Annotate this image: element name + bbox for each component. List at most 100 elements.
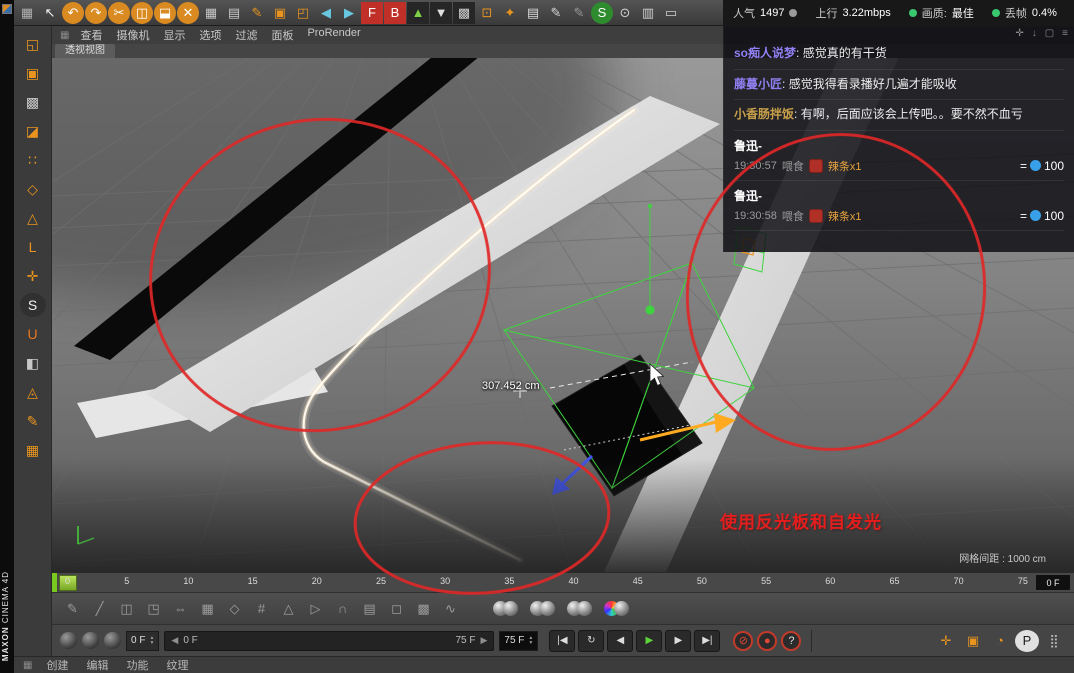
slide-tool-icon[interactable]: ⇔ [168, 597, 193, 621]
nav-forward-icon[interactable]: ▶ [338, 2, 360, 24]
timeline-tick[interactable]: 75 [1018, 576, 1028, 586]
menu-item[interactable]: 显示 [156, 27, 192, 43]
pen-tool-icon[interactable]: ✎ [60, 597, 85, 621]
timeline-tick[interactable]: 30 [440, 576, 450, 586]
subdivide-icon[interactable]: ▦ [195, 597, 220, 621]
target-icon[interactable]: ⊡ [476, 2, 498, 24]
untriangulate-icon[interactable]: ◻ [384, 597, 409, 621]
goto-start-button[interactable]: |◀ [549, 629, 576, 652]
nav-back-icon[interactable]: ◀ [315, 2, 337, 24]
chat-username[interactable]: 藤蔓小匠 [734, 77, 782, 91]
menu-item[interactable]: 摄像机 [109, 27, 156, 43]
brush-icon[interactable]: ✎ [20, 409, 46, 433]
play-reverse-button[interactable]: ↻ [578, 629, 605, 652]
timeline-tick[interactable]: 0 [65, 576, 70, 586]
snap-move-icon[interactable]: ✛ [934, 630, 958, 652]
display-sphere-2[interactable] [82, 632, 99, 649]
goto-end-button[interactable]: ▶| [694, 629, 721, 652]
shader-ball-icon[interactable]: S [591, 1, 613, 24]
timeline-tick[interactable]: 15 [248, 576, 258, 586]
chat-menu-icon[interactable]: ≡ [1062, 28, 1068, 39]
copy-icon[interactable]: ◫ [131, 1, 153, 24]
quantize-icon[interactable]: ◬ [20, 380, 46, 404]
snap-magnet-icon[interactable]: U [20, 322, 46, 346]
autokey-help-button[interactable]: ? [781, 630, 802, 651]
previous-frame-button[interactable]: ◀ [607, 629, 634, 652]
solo-cube-icon[interactable]: ▣ [961, 630, 985, 652]
timeline-tick[interactable]: 40 [569, 576, 579, 586]
time-clock-icon[interactable]: ◔ [988, 630, 1012, 652]
menu-item[interactable]: 选项 [192, 27, 228, 43]
timeline-tick[interactable]: 20 [312, 576, 322, 586]
tab-perspective-view[interactable]: 透视视图 [55, 44, 115, 58]
cut-icon[interactable]: ✂ [108, 1, 130, 24]
bridge-tool-icon[interactable]: ◫ [114, 597, 139, 621]
front-view-icon[interactable]: F [361, 1, 383, 24]
model-cube-icon[interactable]: ▣ [269, 2, 291, 24]
timeline-tick[interactable]: 25 [376, 576, 386, 586]
object-axis-icon[interactable]: ✛ [20, 264, 46, 288]
dots-grid-icon[interactable]: ⣿ [1042, 630, 1066, 652]
timeline-tick[interactable]: 45 [633, 576, 643, 586]
record-keyframe-button[interactable]: ● [757, 630, 778, 651]
lattice-tool-icon[interactable]: # [249, 597, 274, 621]
model-mode-icon[interactable]: ▣ [20, 61, 46, 85]
pen-b-icon[interactable]: ✎ [568, 2, 590, 24]
timeline-tick[interactable]: 5 [124, 576, 129, 586]
polygons-mode-icon[interactable]: △ [20, 206, 46, 230]
timeline-current-frame[interactable]: 0 F [1036, 575, 1070, 590]
pen-a-icon[interactable]: ✎ [545, 2, 567, 24]
status-menu-item[interactable]: 功能 [117, 657, 157, 673]
start-frame-stepper[interactable]: 0 F ▲ ▼ [126, 630, 160, 651]
timeline-tick[interactable]: 60 [825, 576, 835, 586]
status-menu-item[interactable]: 创建 [37, 657, 77, 673]
matrix-tool-icon[interactable]: ▤ [357, 597, 382, 621]
play-button[interactable]: ▶ [636, 629, 663, 652]
material-sphere-1[interactable] [493, 601, 518, 616]
make-editable-icon[interactable]: ✎ [246, 2, 268, 24]
checker-icon[interactable]: ▩ [453, 1, 475, 24]
timeline-tick[interactable]: 65 [889, 576, 899, 586]
normal-move-icon[interactable]: ▷ [303, 597, 328, 621]
array-cube-icon[interactable]: ◰ [292, 2, 314, 24]
chat-username[interactable]: so痴人说梦 [734, 46, 796, 60]
timeline-tick[interactable]: 55 [761, 576, 771, 586]
chat-username[interactable]: 小香肠拌饭 [734, 107, 794, 121]
menu-item[interactable]: 过滤 [228, 27, 264, 43]
material-sphere-2[interactable] [530, 601, 555, 616]
triangulate-icon[interactable]: △ [276, 597, 301, 621]
chat-download-icon[interactable]: ↓ [1032, 28, 1037, 39]
back-view-icon[interactable]: B [384, 1, 406, 24]
next-frame-button[interactable]: ▶ [665, 629, 692, 652]
extrude-tool-icon[interactable]: ◳ [141, 597, 166, 621]
modeling-axis-icon[interactable]: ▤ [223, 2, 245, 24]
paste-icon[interactable]: ⬓ [154, 1, 176, 24]
gift-username[interactable]: 鲁迅- [734, 137, 1064, 154]
display-sphere-3[interactable] [104, 632, 121, 649]
edges-mode-icon[interactable]: ◇ [20, 177, 46, 201]
arrow-down-icon[interactable]: ▼ [430, 1, 452, 24]
clapper-icon[interactable]: ▦ [20, 438, 46, 462]
timeline-tick[interactable]: 10 [183, 576, 193, 586]
range-right-arrow-icon[interactable]: ▶ [480, 635, 487, 646]
texture-mode-icon[interactable]: ▩ [20, 90, 46, 114]
selection-handle[interactable] [645, 305, 655, 315]
timeline-tick[interactable]: 70 [954, 576, 964, 586]
axis-mode-icon[interactable]: L [20, 235, 46, 259]
live-chat-overlay[interactable]: ✛ ↓ ▢ ≡ so痴人说梦: 感觉真的有干货 藤蔓小匠: 感觉我得看录播好几遍才能吸… [723, 26, 1074, 252]
weld-tool-icon[interactable]: ▩ [411, 597, 436, 621]
bevel-tool-icon[interactable]: ◇ [222, 597, 247, 621]
status-menu-item[interactable]: 编辑 [77, 657, 117, 673]
lock-workplane-icon[interactable]: ◧ [20, 351, 46, 375]
picker-icon[interactable]: ⊙ [614, 2, 636, 24]
arc-tool-icon[interactable]: ∩ [330, 597, 355, 621]
timeline-ruler[interactable]: 0 5 10 15 20 25 30 35 40 45 50 55 60 65 70 75 0 F [52, 572, 1074, 593]
scale-tool-icon[interactable]: S [19, 293, 46, 317]
chat-move-icon[interactable]: ✛ [1015, 28, 1023, 39]
snap-grid-icon[interactable]: ▦ [16, 2, 38, 24]
timeline-range-slider[interactable]: ◀ 0 F 75 F ▶ [164, 630, 495, 651]
menu-item[interactable]: 面板 [264, 27, 300, 43]
parameter-icon[interactable]: P [1015, 629, 1039, 652]
timeline-tick[interactable]: 35 [504, 576, 514, 586]
record-position-button[interactable]: ⊘ [733, 630, 754, 651]
